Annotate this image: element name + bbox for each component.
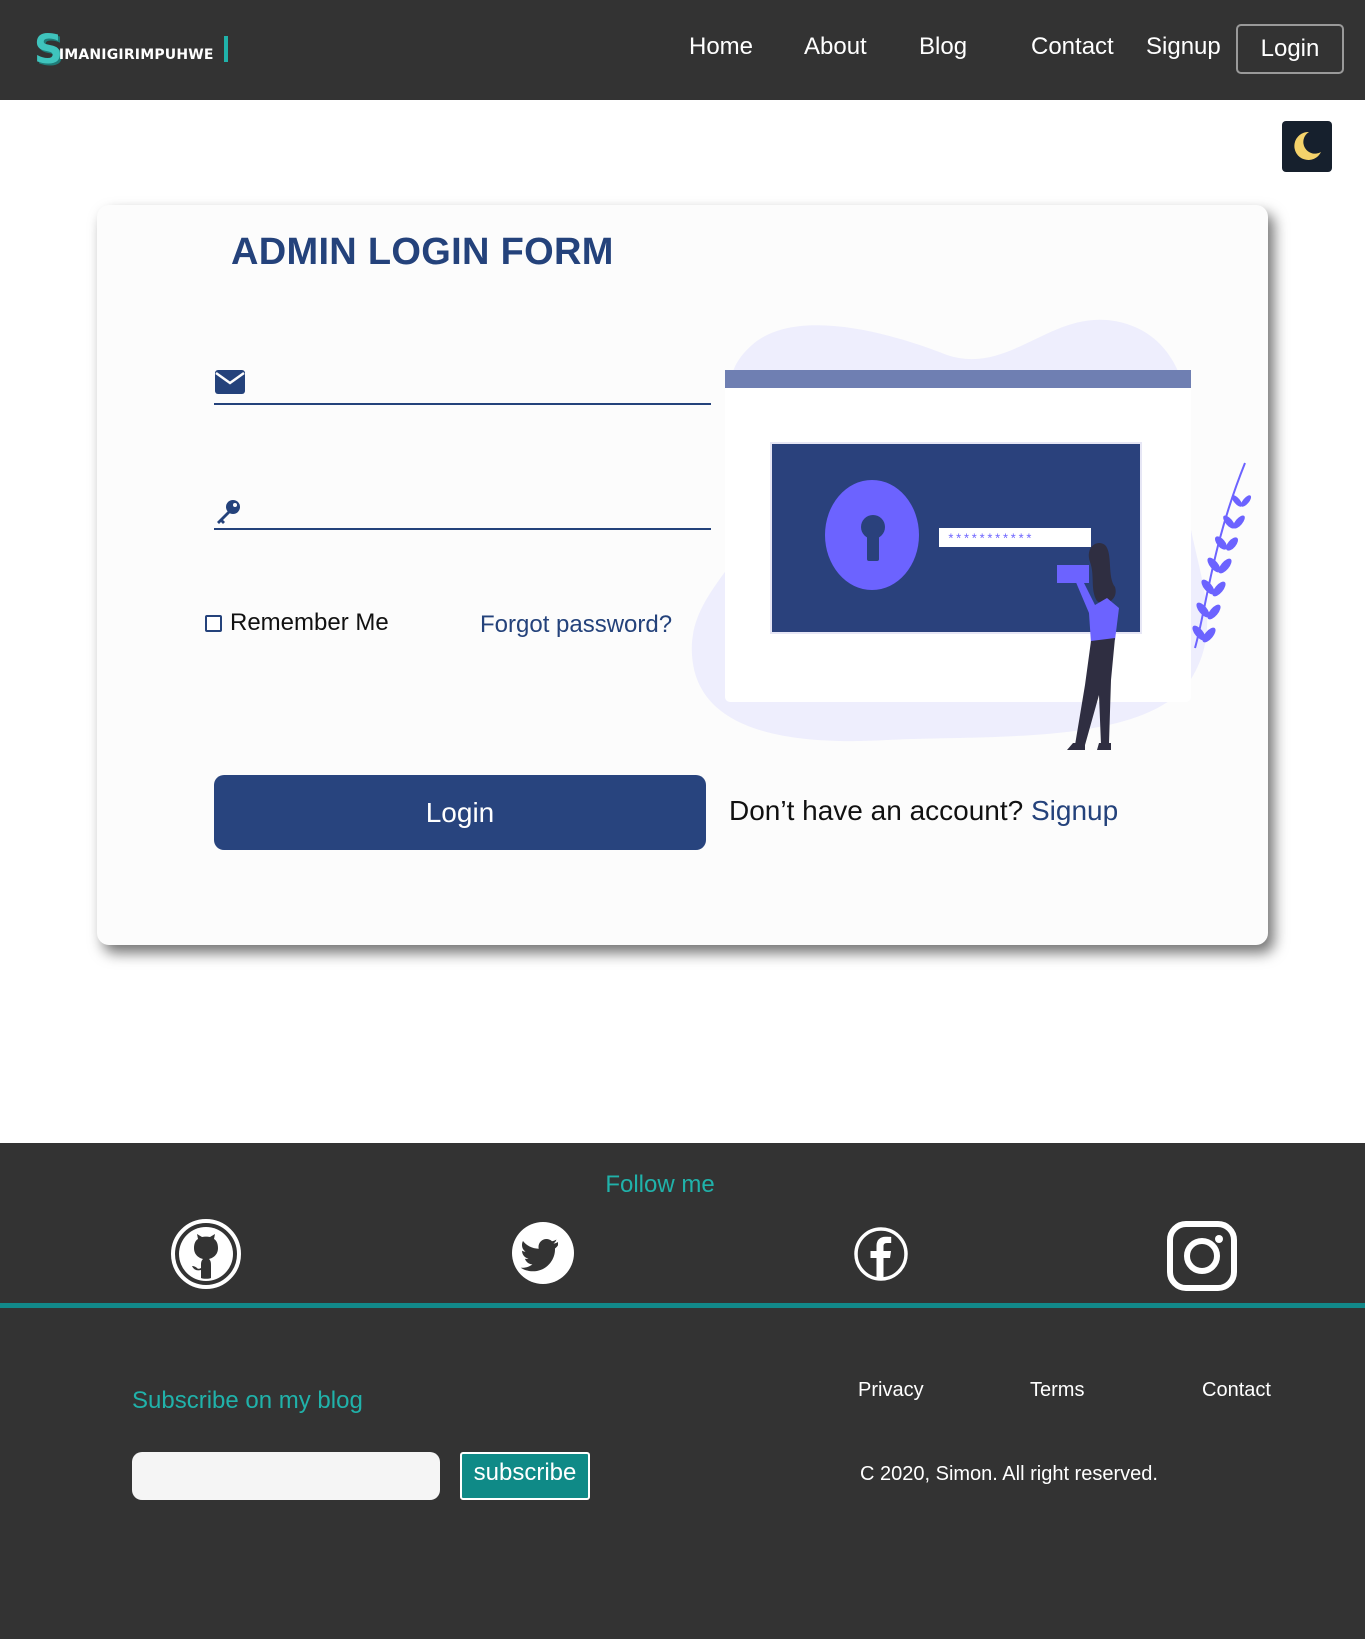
password-field bbox=[214, 490, 711, 530]
github-icon[interactable] bbox=[170, 1218, 242, 1290]
theme-toggle-button[interactable] bbox=[1282, 121, 1332, 172]
email-input[interactable] bbox=[258, 367, 698, 401]
submit-box bbox=[1057, 565, 1089, 583]
email-field bbox=[214, 365, 711, 405]
no-account-text: Don’t have an account? bbox=[729, 795, 1024, 826]
logo-text: IMANIGIRIMPUHWE bbox=[58, 47, 214, 63]
password-mask: *********** bbox=[947, 532, 1033, 547]
remember-label: Remember Me bbox=[230, 609, 389, 636]
footer: Follow me Subscribe on my blog subscribe… bbox=[0, 1143, 1365, 1639]
footer-link-contact[interactable]: Contact bbox=[1202, 1379, 1271, 1402]
subscribe-button[interactable]: subscribe bbox=[460, 1452, 590, 1500]
nav-home[interactable]: Home bbox=[689, 30, 753, 64]
nav-login-button[interactable]: Login bbox=[1236, 24, 1344, 74]
envelope-icon bbox=[215, 370, 245, 394]
follow-heading: Follow me bbox=[605, 1171, 715, 1198]
logo-divider bbox=[224, 36, 228, 62]
footer-divider bbox=[0, 1303, 1365, 1308]
nav-blog[interactable]: Blog bbox=[919, 30, 967, 64]
copyright-text: C 2020, Simon. All right reserved. bbox=[860, 1463, 1158, 1485]
nav-signup[interactable]: Signup bbox=[1146, 30, 1221, 64]
nav-contact[interactable]: Contact bbox=[1031, 30, 1114, 64]
no-account-prompt: Don’t have an account? Signup bbox=[729, 795, 1118, 827]
login-button[interactable]: Login bbox=[214, 775, 706, 850]
site-logo[interactable]: S IMANIGIRIMPUHWE bbox=[34, 30, 214, 70]
footer-link-privacy[interactable]: Privacy bbox=[858, 1379, 924, 1402]
forgot-password-link[interactable]: Forgot password? bbox=[480, 611, 672, 639]
remember-checkbox[interactable] bbox=[205, 614, 222, 632]
instagram-icon[interactable] bbox=[1166, 1220, 1238, 1292]
key-icon bbox=[217, 500, 240, 524]
subscribe-email-input[interactable] bbox=[132, 1452, 440, 1500]
facebook-icon[interactable] bbox=[853, 1226, 909, 1282]
navbar: S IMANIGIRIMPUHWE Home About Blog Contac… bbox=[0, 0, 1365, 100]
login-illustration: *********** bbox=[691, 319, 1252, 750]
nav-about[interactable]: About bbox=[804, 30, 867, 64]
password-input[interactable] bbox=[258, 492, 698, 526]
remember-me[interactable]: Remember Me bbox=[205, 609, 389, 637]
signup-link[interactable]: Signup bbox=[1031, 795, 1118, 826]
login-card: ADMIN LOGIN FORM Remember Me Forgot pass… bbox=[97, 205, 1268, 945]
subscribe-heading: Subscribe on my blog bbox=[132, 1387, 363, 1414]
page-title: ADMIN LOGIN FORM bbox=[231, 231, 614, 273]
plant-icon bbox=[1194, 462, 1246, 649]
browser-bar bbox=[725, 370, 1191, 388]
moon-icon bbox=[1294, 131, 1321, 160]
twitter-icon[interactable] bbox=[511, 1221, 575, 1285]
footer-link-terms[interactable]: Terms bbox=[1030, 1379, 1084, 1402]
